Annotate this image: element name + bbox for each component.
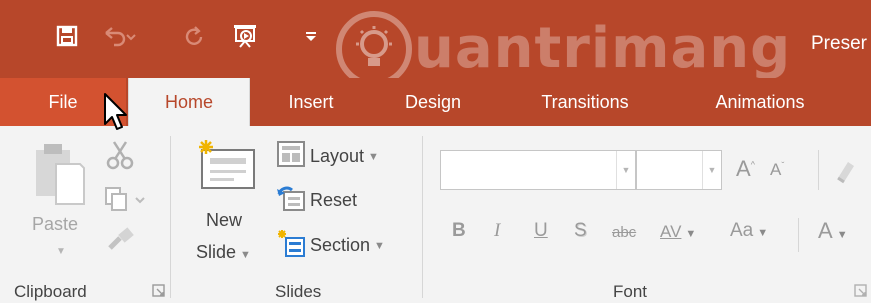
italic-button[interactable]: I	[494, 220, 500, 242]
shrink-font-button[interactable]: Aˇ	[770, 160, 784, 180]
font-separator	[798, 218, 799, 252]
mouse-cursor-icon	[103, 92, 129, 137]
format-painter-button[interactable]	[106, 226, 136, 257]
clear-formatting-icon[interactable]	[834, 158, 860, 189]
tab-insert[interactable]: Insert	[268, 78, 354, 126]
paste-button[interactable]: Paste ▼	[24, 138, 98, 258]
copy-icon	[104, 186, 146, 217]
new-slide-label-line2: Slide ▼	[196, 242, 251, 262]
section-icon	[276, 228, 306, 263]
reset-icon	[276, 184, 306, 217]
undo-button[interactable]	[100, 18, 136, 58]
font-dialog-launcher-icon[interactable]	[854, 284, 868, 303]
reset-button[interactable]: Reset	[276, 184, 357, 217]
undo-icon	[100, 25, 136, 52]
tab-animations[interactable]: Animations	[690, 78, 830, 126]
chevron-down-icon: ▼	[368, 150, 379, 163]
layout-label: Layout	[310, 146, 365, 166]
layout-icon	[276, 140, 306, 173]
tab-transitions[interactable]: Transitions	[514, 78, 656, 126]
chevron-down-icon: ▼	[685, 228, 697, 240]
group-separator	[422, 136, 423, 298]
paintbrush-icon	[106, 226, 136, 257]
tab-design[interactable]: Design	[388, 78, 478, 126]
font-name-combobox[interactable]: ▼	[440, 150, 636, 190]
reset-label: Reset	[310, 190, 358, 210]
copy-button[interactable]	[104, 186, 146, 217]
underline-button[interactable]: U	[534, 220, 548, 242]
character-spacing-button[interactable]: AV ▼	[660, 222, 696, 242]
new-slide-icon	[196, 138, 258, 197]
change-case-button[interactable]: Aa ▼	[730, 220, 768, 242]
grow-font-button[interactable]: A^	[736, 156, 755, 182]
paste-label: Paste	[32, 214, 79, 234]
chevron-down-icon: ▼	[836, 229, 848, 241]
font-separator	[818, 150, 819, 190]
save-button[interactable]	[52, 18, 82, 58]
chevron-down-icon: ▼	[56, 246, 66, 257]
scissors-icon	[106, 140, 134, 175]
redo-button[interactable]	[179, 18, 209, 58]
customize-qat-icon	[304, 29, 318, 48]
repeat-icon	[183, 25, 205, 52]
chevron-down-icon[interactable]: ▼	[616, 151, 635, 189]
start-from-beginning-icon	[232, 23, 258, 54]
tab-home[interactable]: Home	[128, 78, 250, 126]
layout-button[interactable]: Layout ▼	[276, 140, 379, 173]
start-from-beginning-button[interactable]	[230, 18, 260, 58]
group-separator	[170, 136, 171, 298]
document-title: Preser	[811, 33, 867, 54]
slides-group-label: Slides	[275, 282, 322, 301]
section-button[interactable]: Section ▼	[276, 228, 385, 263]
cut-button[interactable]	[106, 140, 134, 175]
font-size-combobox[interactable]: ▼	[636, 150, 722, 190]
chevron-down-icon[interactable]: ▼	[702, 151, 721, 189]
chevron-down-icon: ▼	[757, 227, 769, 239]
chevron-down-icon: ▼	[240, 249, 251, 261]
customize-qat-button[interactable]	[296, 18, 326, 58]
text-shadow-button[interactable]: S	[574, 220, 587, 242]
font-color-button[interactable]: A ▼	[818, 218, 848, 244]
save-icon	[56, 25, 78, 52]
strikethrough-button[interactable]: abc	[612, 224, 636, 241]
bold-button[interactable]: B	[452, 220, 466, 242]
new-slide-button[interactable]: New Slide ▼	[188, 138, 266, 276]
font-group-label: Font	[613, 282, 648, 301]
clipboard-dialog-launcher-icon[interactable]	[152, 284, 166, 303]
new-slide-label-line1: New	[206, 210, 243, 230]
clipboard-icon	[34, 142, 86, 211]
chevron-down-icon: ▼	[374, 239, 385, 252]
clipboard-group-label: Clipboard	[14, 282, 87, 301]
section-label: Section	[310, 235, 371, 255]
